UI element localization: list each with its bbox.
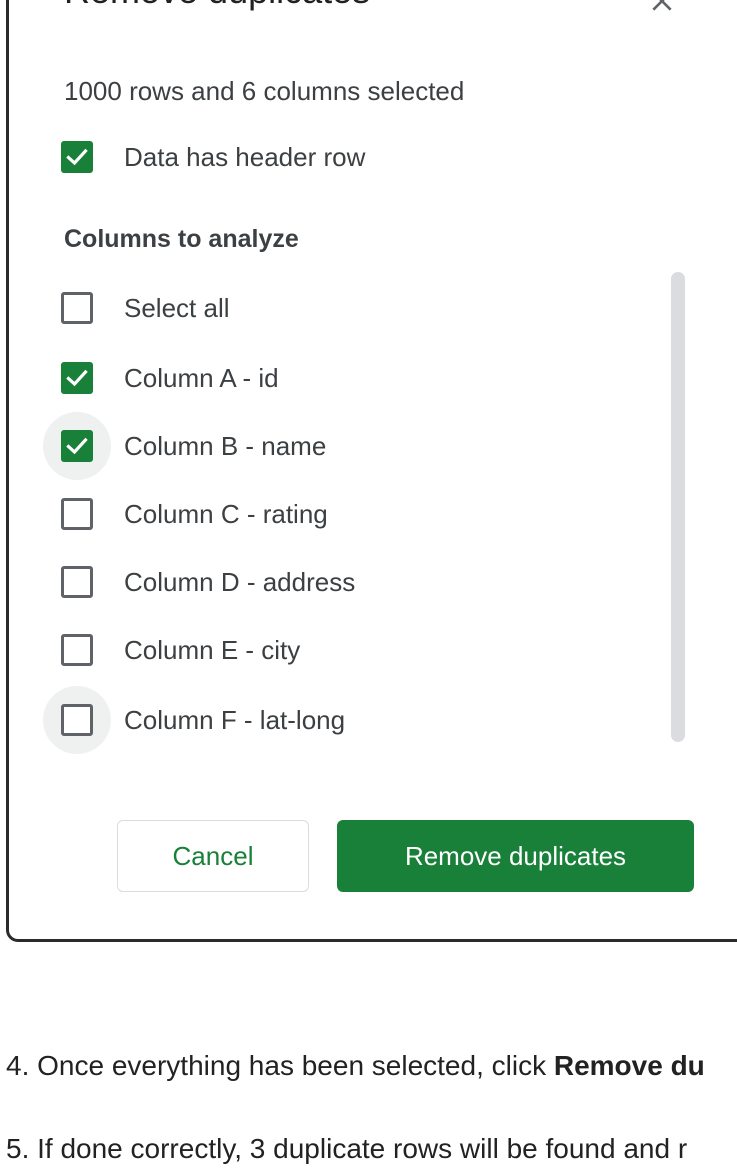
checkmark-icon <box>66 148 88 166</box>
column-option-a[interactable]: Column A - id <box>49 350 279 406</box>
column-option-c[interactable]: Column C - rating <box>49 486 328 542</box>
checkbox-target[interactable] <box>43 616 111 684</box>
columns-scrollbar[interactable] <box>671 272 685 742</box>
column-c-checkbox[interactable] <box>61 498 93 530</box>
column-f-label: Column F - lat-long <box>124 704 346 735</box>
page: Remove duplicates 1000 rows and 6 column… <box>0 0 737 1173</box>
checkbox-target[interactable] <box>43 344 111 412</box>
step-4-bold-text: Remove du <box>553 1050 705 1081</box>
step-4-text: 4. Once everything has been selected, cl… <box>6 1050 554 1081</box>
checkbox-target[interactable] <box>43 274 111 342</box>
checkbox-hover-target[interactable] <box>43 686 111 754</box>
header-row-checkbox[interactable] <box>61 141 93 173</box>
column-e-label: Column E - city <box>124 634 301 665</box>
column-a-checkbox[interactable] <box>61 362 93 394</box>
dialog-title: Remove duplicates <box>64 0 370 12</box>
column-option-d[interactable]: Column D - address <box>49 554 355 610</box>
column-b-checkbox[interactable] <box>61 430 93 462</box>
columns-heading: Columns to analyze <box>64 225 299 253</box>
checkbox-target[interactable] <box>43 123 111 191</box>
remove-duplicates-button[interactable]: Remove duplicates <box>337 820 694 892</box>
select-all-checkbox[interactable] <box>61 292 93 324</box>
column-option-e[interactable]: Column E - city <box>49 622 300 678</box>
checkmark-icon <box>66 437 88 455</box>
cancel-button[interactable]: Cancel <box>117 820 309 892</box>
column-b-label: Column B - name <box>124 430 327 461</box>
checkmark-icon <box>66 369 88 387</box>
column-d-checkbox[interactable] <box>61 566 93 598</box>
column-e-checkbox[interactable] <box>61 634 93 666</box>
select-all-label: Select all <box>124 292 230 323</box>
header-row-label: Data has header row <box>124 141 366 172</box>
instruction-step-5: 5. If done correctly, 3 duplicate rows w… <box>6 1133 688 1164</box>
column-a-label: Column A - id <box>124 362 279 393</box>
column-f-checkbox[interactable] <box>61 704 93 736</box>
instruction-step-4: 4. Once everything has been selected, cl… <box>6 1050 705 1082</box>
checkbox-target[interactable] <box>43 480 111 548</box>
header-row-option[interactable]: Data has header row <box>49 129 365 185</box>
checkbox-target[interactable] <box>43 548 111 616</box>
column-option-b[interactable]: Column B - name <box>43 412 327 480</box>
selection-summary: 1000 rows and 6 columns selected <box>64 76 465 106</box>
select-all-option[interactable]: Select all <box>49 280 230 336</box>
close-icon[interactable] <box>649 0 675 14</box>
checkbox-hover-target[interactable] <box>43 412 111 480</box>
column-option-f[interactable]: Column F - lat-long <box>43 686 346 754</box>
column-d-label: Column D - address <box>124 566 356 597</box>
remove-duplicates-dialog: Remove duplicates 1000 rows and 6 column… <box>6 0 737 942</box>
column-c-label: Column C - rating <box>124 498 328 529</box>
